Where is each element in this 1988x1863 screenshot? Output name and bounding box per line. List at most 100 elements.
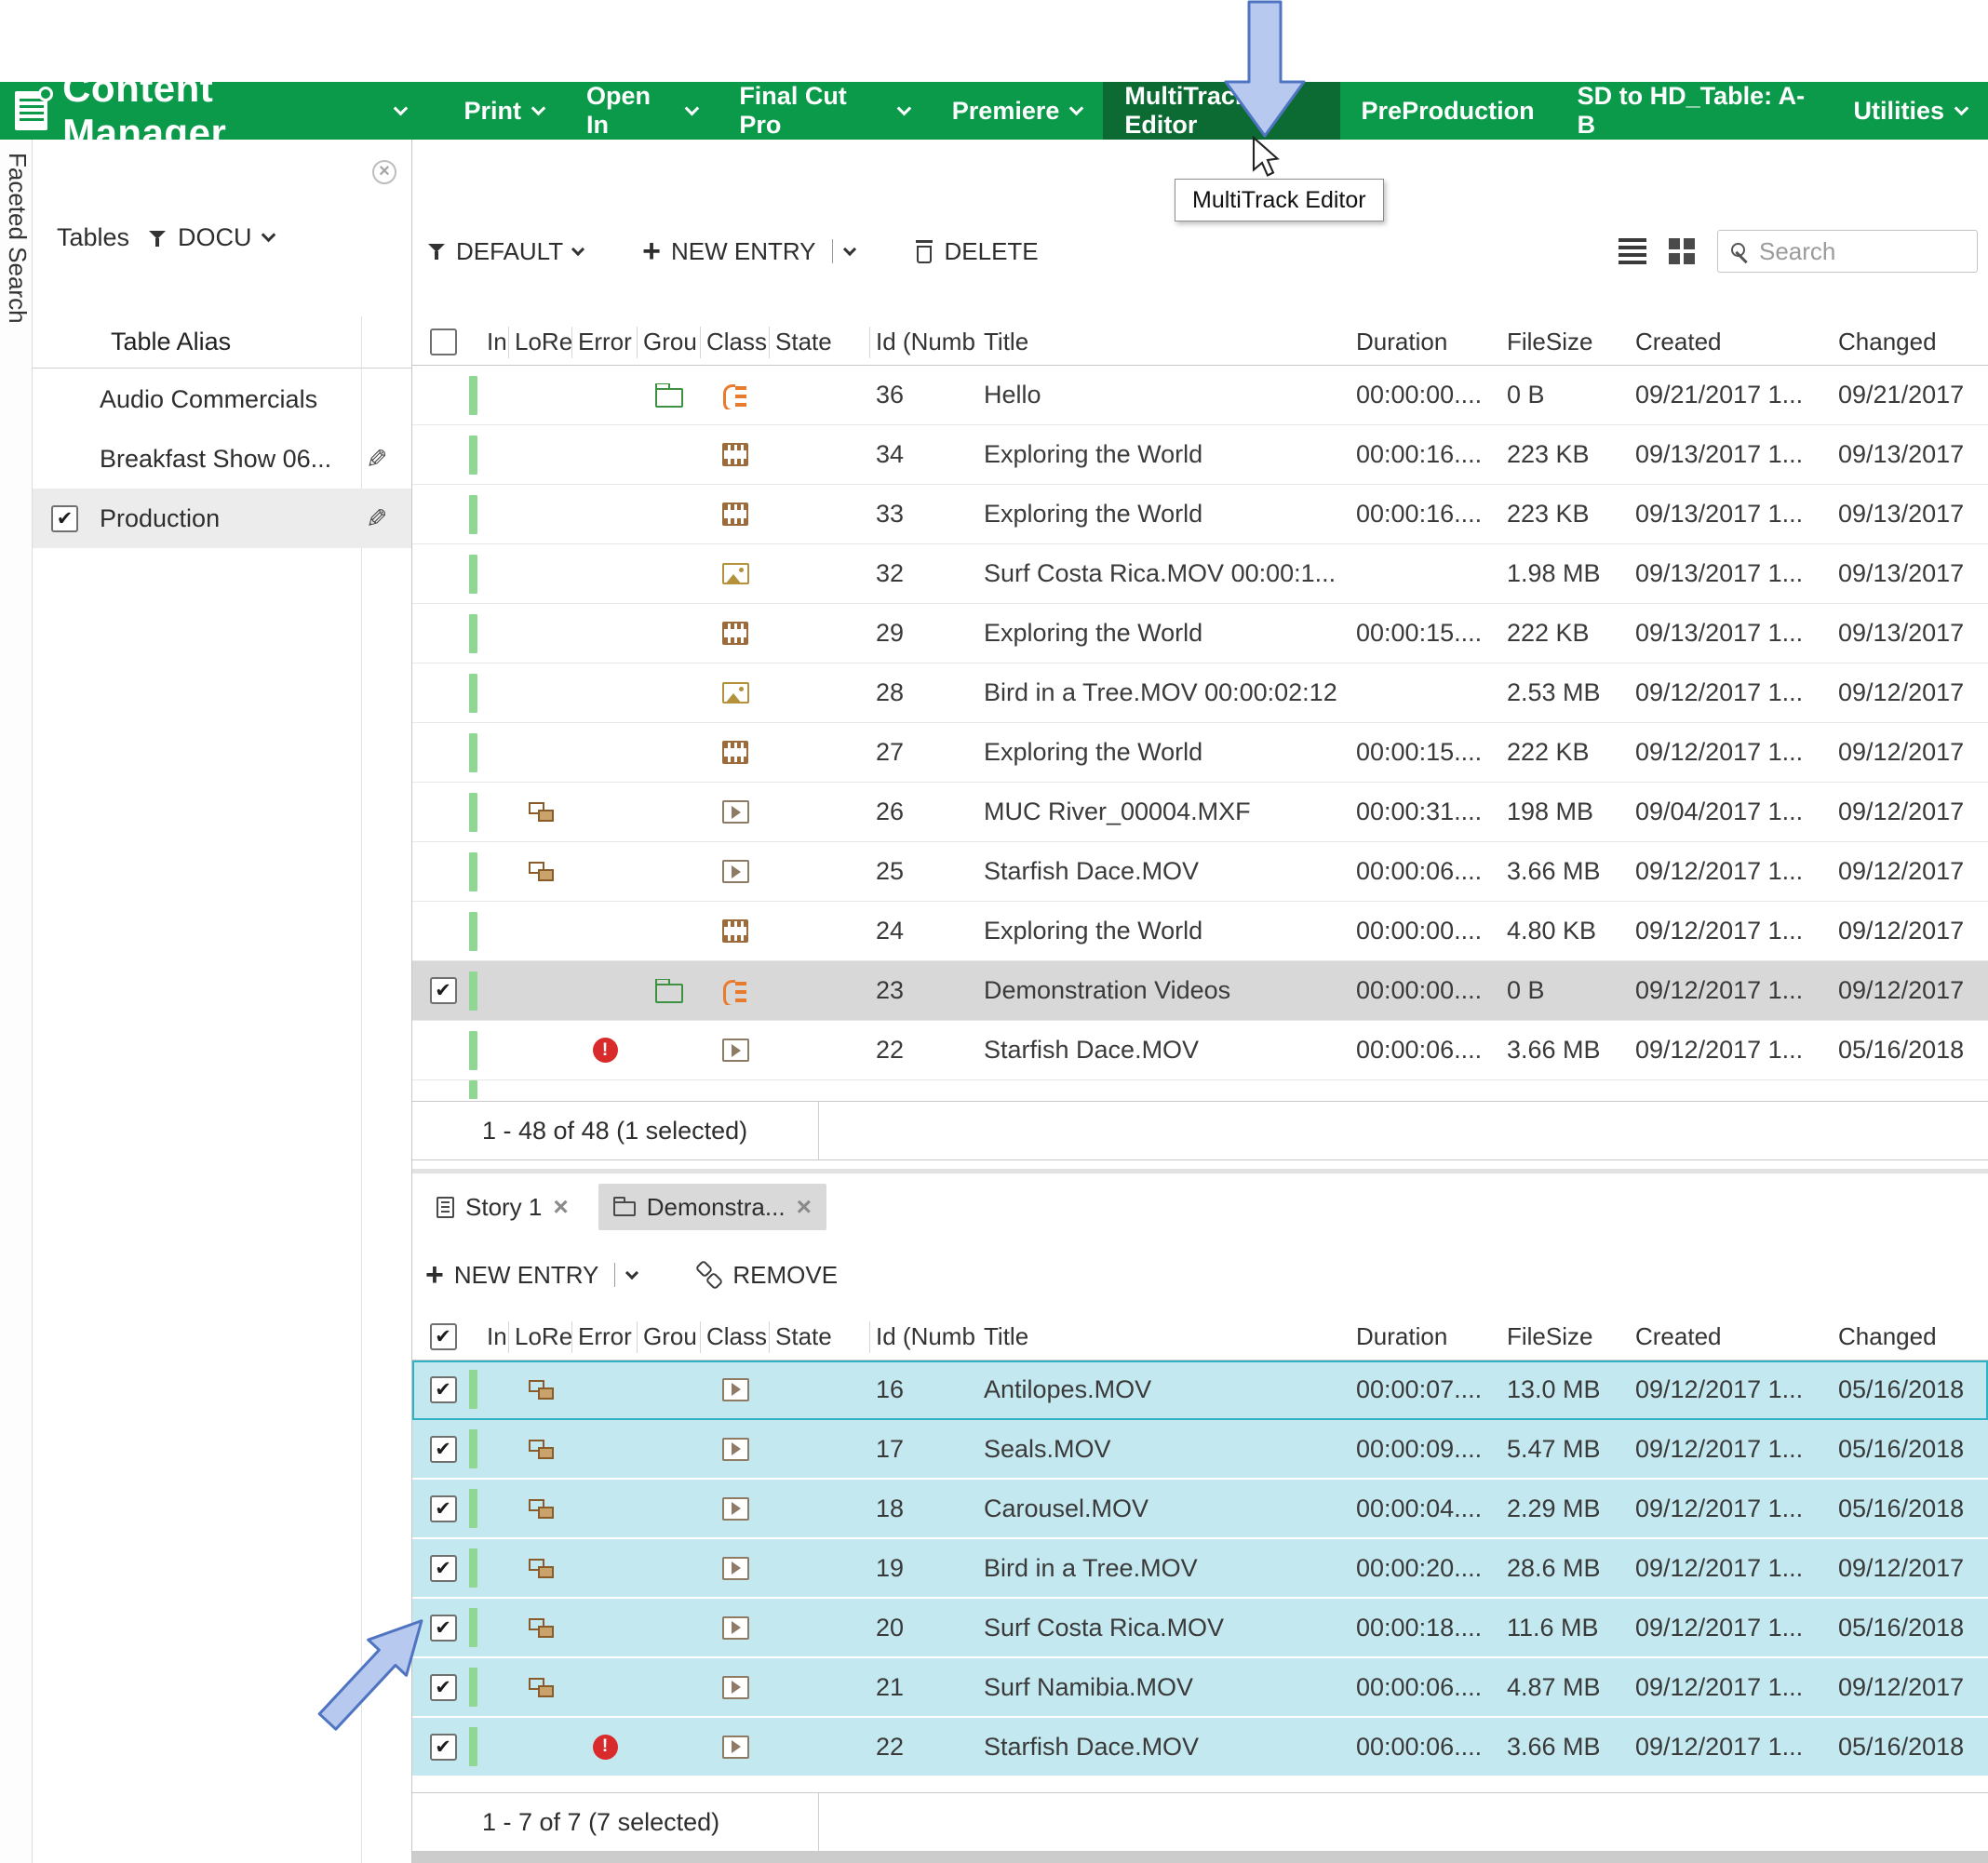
column-header[interactable]: Created	[1630, 1321, 1833, 1353]
column-header[interactable]: Changed	[1833, 327, 1988, 358]
column-header[interactable]: State	[770, 327, 870, 358]
column-header[interactable]: Changed	[1833, 1321, 1988, 1353]
table-row[interactable]: 20 Surf Costa Rica.MOV 00:00:18.... 11.6…	[412, 1599, 1988, 1658]
table-row[interactable]: 19 Bird in a Tree.MOV 00:00:20.... 28.6 …	[412, 1539, 1988, 1599]
column-header[interactable]: LoRe	[509, 327, 572, 358]
column-header[interactable]: Id (Numb	[870, 1321, 978, 1353]
table-row[interactable]: 28 Bird in a Tree.MOV 00:00:02:12 2.53 M…	[412, 663, 1988, 723]
column-header[interactable]: FileSize	[1501, 327, 1630, 358]
changed-cell: 05/16/2018	[1833, 1036, 1988, 1065]
column-header[interactable]: Grou	[638, 1321, 701, 1353]
column-header[interactable]: In	[481, 327, 509, 358]
close-icon[interactable]	[797, 1193, 812, 1222]
menu-item[interactable]: Open In	[565, 82, 718, 140]
id-cell: 28	[870, 678, 978, 707]
table-row[interactable]: 29 Exploring the World 00:00:15.... 222 …	[412, 604, 1988, 663]
grid-view-icon[interactable]	[1669, 238, 1695, 264]
row-checkbox[interactable]	[430, 1555, 457, 1582]
column-header[interactable]: Duration	[1350, 327, 1501, 358]
table-row[interactable]: 23 Demonstration Videos 00:00:00.... 0 B…	[412, 961, 1988, 1021]
created-cell: 09/13/2017 1...	[1630, 500, 1833, 529]
table-row[interactable]: 24 Exploring the World 00:00:00.... 4.80…	[412, 902, 1988, 961]
table-row[interactable]: 21 Surf Namibia.MOV 00:00:06.... 4.87 MB…	[412, 1658, 1988, 1718]
created-cell: 09/12/2017 1...	[1630, 1494, 1833, 1523]
row-checkbox[interactable]	[430, 1734, 457, 1761]
column-header[interactable]: Class	[701, 327, 770, 358]
default-filter-button[interactable]: DEFAULT	[427, 237, 583, 266]
close-icon[interactable]	[553, 1193, 568, 1222]
filter-funnel-icon	[427, 242, 446, 261]
column-header[interactable]: Title	[978, 1321, 1350, 1353]
lores-icon	[529, 1559, 554, 1578]
table-row[interactable]: 22 Starfish Dace.MOV 00:00:06.... 3.66 M…	[412, 1021, 1988, 1080]
table-row[interactable]: 22 Starfish Dace.MOV 00:00:06.... 3.66 M…	[412, 1718, 1988, 1777]
column-header[interactable]: State	[770, 1321, 870, 1353]
column-header[interactable]: Error	[572, 1321, 638, 1353]
menu-item[interactable]: PreProduction	[1340, 82, 1556, 140]
table-row[interactable]: 18 Carousel.MOV 00:00:04.... 2.29 MB 09/…	[412, 1480, 1988, 1539]
column-header[interactable]: Grou	[638, 327, 701, 358]
select-all-checkbox[interactable]	[430, 1323, 457, 1350]
tab-label: Story 1	[465, 1193, 542, 1222]
table-row[interactable]: 26 MUC River_00004.MXF 00:00:31.... 198 …	[412, 783, 1988, 842]
table-row[interactable]: 36 Hello 00:00:00.... 0 B 09/21/2017 1..…	[412, 366, 1988, 425]
menu-item[interactable]: SD to HD_Table: A-B	[1556, 82, 1833, 140]
row-checkbox[interactable]	[430, 1615, 457, 1642]
id-cell: 29	[870, 619, 978, 648]
result-tab[interactable]: Demonstra...	[598, 1184, 826, 1230]
menu-item[interactable]: Final Cut Pro	[718, 82, 930, 140]
select-all-checkbox[interactable]	[430, 328, 457, 355]
sidebar-table-item[interactable]: Breakfast Show 06...	[33, 429, 411, 489]
search-input[interactable]	[1759, 237, 1968, 266]
table-row[interactable]: 32 Surf Costa Rica.MOV 00:00:1... 1.98 M…	[412, 544, 1988, 604]
result-tab[interactable]: Story 1	[422, 1184, 584, 1230]
delete-button[interactable]: DELETE	[914, 237, 1039, 266]
table-row[interactable]: 17 Seals.MOV 00:00:09.... 5.47 MB 09/12/…	[412, 1420, 1988, 1480]
menu-item[interactable]: Premiere	[931, 82, 1104, 140]
table-row[interactable]: 34 Exploring the World 00:00:16.... 223 …	[412, 425, 1988, 485]
faceted-search-panel[interactable]: Faceted Search	[0, 140, 33, 1863]
menu-item[interactable]: Print	[442, 82, 565, 140]
row-checkbox[interactable]	[430, 1376, 457, 1403]
menu-item[interactable]: Utilities	[1832, 82, 1988, 140]
column-header[interactable]: Id (Numb	[870, 327, 978, 358]
table-row[interactable]: 25 Starfish Dace.MOV 00:00:06.... 3.66 M…	[412, 842, 1988, 902]
tables-filter[interactable]: Tables DOCU	[57, 223, 274, 252]
new-entry-button[interactable]: NEW ENTRY	[642, 235, 853, 268]
menu-item[interactable]: MultiTrack Editor	[1103, 82, 1339, 140]
sidebar-table-item[interactable]: Audio Commercials	[33, 369, 411, 429]
table-row[interactable]: 33 Exploring the World 00:00:16.... 223 …	[412, 485, 1988, 544]
table-row[interactable]: 16 Antilopes.MOV 00:00:07.... 13.0 MB 09…	[412, 1360, 1988, 1420]
table-checkbox[interactable]	[51, 505, 78, 532]
column-header[interactable]: Error	[572, 327, 638, 358]
changed-cell: 09/12/2017	[1833, 738, 1988, 767]
column-header[interactable]: Class	[701, 1321, 770, 1353]
pen-icon[interactable]	[366, 503, 387, 534]
table-row[interactable]: 27 Exploring the World 00:00:15.... 222 …	[412, 723, 1988, 783]
column-header[interactable]: Title	[978, 327, 1350, 358]
horizontal-scrollbar[interactable]	[412, 1852, 1988, 1863]
filesize-cell: 4.87 MB	[1501, 1673, 1630, 1702]
column-header[interactable]: Created	[1630, 327, 1833, 358]
pen-icon[interactable]	[366, 444, 387, 475]
unlink-icon	[696, 1262, 722, 1288]
chevron-down-icon	[1069, 101, 1084, 115]
column-header[interactable]: LoRe	[509, 1321, 572, 1353]
panel-splitter[interactable]	[412, 1169, 1988, 1173]
list-view-icon[interactable]	[1619, 238, 1646, 264]
column-header[interactable]: FileSize	[1501, 1321, 1630, 1353]
table-alias-header[interactable]: Table Alias	[33, 316, 411, 369]
duration-cell: 00:00:20....	[1350, 1554, 1501, 1583]
row-checkbox[interactable]	[430, 977, 457, 1004]
column-header[interactable]: Duration	[1350, 1321, 1501, 1353]
row-checkbox[interactable]	[430, 1495, 457, 1522]
row-checkbox[interactable]	[430, 1674, 457, 1701]
sidebar-table-item[interactable]: Production	[33, 489, 411, 548]
chevron-down-icon[interactable]	[393, 101, 407, 114]
lores-icon	[529, 1678, 554, 1697]
row-checkbox[interactable]	[430, 1436, 457, 1463]
close-icon[interactable]	[372, 160, 396, 184]
column-header[interactable]: In	[481, 1321, 509, 1353]
remove-button[interactable]: REMOVE	[696, 1261, 838, 1290]
new-entry-button[interactable]: NEW ENTRY	[425, 1259, 637, 1292]
